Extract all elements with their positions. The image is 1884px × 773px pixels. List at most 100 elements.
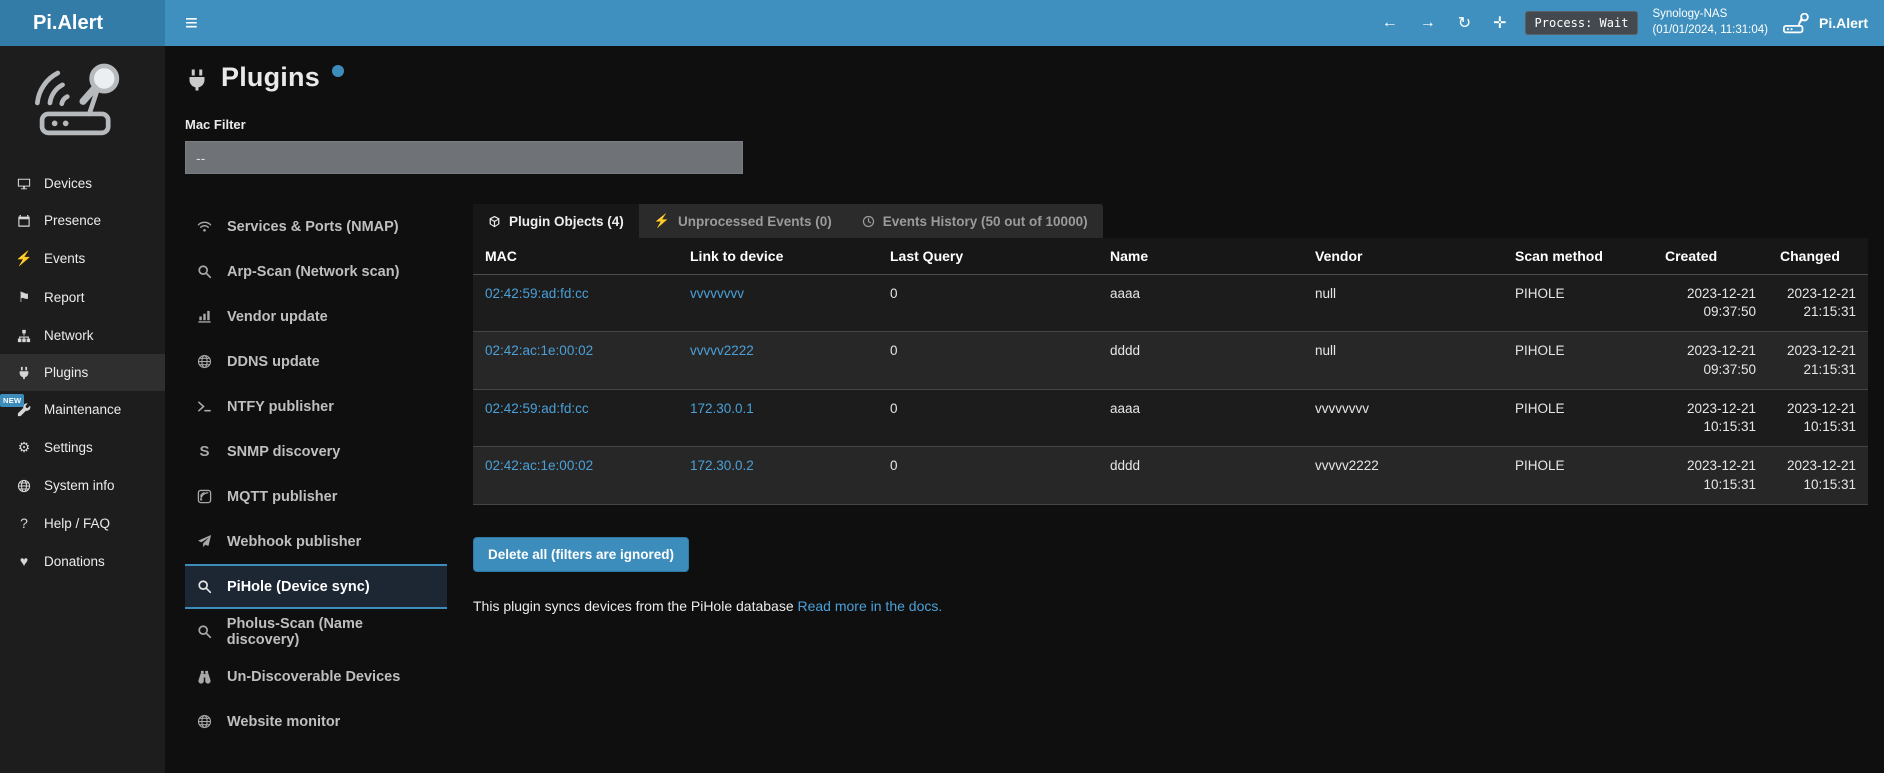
- sidebar-item-label: System info: [44, 478, 115, 493]
- mac-link[interactable]: 02:42:59:ad:fd:cc: [485, 286, 589, 301]
- cell-scan-method: PIHOLE: [1503, 447, 1653, 504]
- device-link[interactable]: 172.30.0.1: [690, 401, 754, 416]
- plugin-nav-label: PiHole (Device sync): [227, 579, 370, 595]
- plugin-nav-item-services-ports-nmap[interactable]: Services & Ports (NMAP): [185, 204, 447, 249]
- plugin-nav-label: NTFY publisher: [227, 399, 334, 415]
- search-icon: [195, 624, 214, 639]
- sidebar-item-label: Report: [44, 290, 85, 305]
- sidebar-item-presence[interactable]: Presence: [0, 202, 165, 239]
- plugin-objects-table: MAC Link to device Last Query Name Vendo…: [473, 238, 1868, 505]
- sidebar-item-maintenance[interactable]: NEW Maintenance: [0, 391, 165, 428]
- sidebar-item-help-faq[interactable]: ? Help / FAQ: [0, 504, 165, 542]
- cell-scan-method: PIHOLE: [1503, 389, 1653, 446]
- cell-vendor: vvvvvvvv: [1303, 389, 1503, 446]
- bolt-icon: ⚡: [15, 250, 33, 267]
- sidebar-item-events[interactable]: ⚡ Events: [0, 239, 165, 278]
- tab-events-history[interactable]: Events History (50 out of 10000): [847, 204, 1103, 238]
- cell-link-to-device: 172.30.0.2: [678, 447, 878, 504]
- plugin-nav-item-pihole-device-sync[interactable]: PiHole (Device sync): [185, 564, 447, 609]
- sidebar-toggle-button[interactable]: ≡: [165, 0, 218, 46]
- new-badge: NEW: [0, 394, 24, 407]
- cell-mac: 02:42:ac:1e:00:02: [473, 447, 678, 504]
- nav-back-button[interactable]: ←: [1378, 12, 1402, 34]
- sidebar-item-system-info[interactable]: System info: [0, 467, 165, 504]
- sidebar-item-settings[interactable]: ⚙ Settings: [0, 428, 165, 467]
- sidebar-item-label: Help / FAQ: [44, 516, 110, 531]
- nav-forward-button[interactable]: →: [1416, 12, 1440, 34]
- sidebar-item-label: Network: [44, 328, 94, 343]
- cell-mac: 02:42:59:ad:fd:cc: [473, 275, 678, 332]
- plugins-help-badge[interactable]: [332, 65, 344, 77]
- flag-icon: ⚑: [15, 289, 33, 306]
- sidebar-item-plugins[interactable]: Plugins: [0, 354, 165, 391]
- plugin-nav-item-vendor-update[interactable]: Vendor update: [185, 294, 447, 339]
- plugin-nav-item-undiscoverable-devices[interactable]: Un-Discoverable Devices: [185, 654, 447, 699]
- cell-link-to-device: vvvvv2222: [678, 332, 878, 389]
- search-icon: [195, 579, 214, 594]
- app-window: Pi.Alert ≡ ← → ↻ ✛ Process: Wait Synolog…: [0, 0, 1884, 773]
- refresh-button[interactable]: ↻: [1454, 11, 1475, 35]
- brand-logo[interactable]: Pi.Alert: [0, 0, 165, 46]
- cell-last-query: 0: [878, 275, 1098, 332]
- plugin-nav-item-mqtt-publisher[interactable]: MQTT publisher: [185, 474, 447, 519]
- page-title: Plugins: [221, 62, 320, 93]
- topbar-right-cluster: ← → ↻ ✛ Process: Wait Synology-NAS (01/0…: [1378, 0, 1884, 46]
- tab-unprocessed-events[interactable]: ⚡ Unprocessed Events (0): [639, 204, 847, 238]
- plugin-nav-item-arp-scan[interactable]: Arp-Scan (Network scan): [185, 249, 447, 294]
- router-scan-icon: [1782, 13, 1810, 34]
- sidebar-item-report[interactable]: ⚑ Report: [0, 278, 165, 317]
- sidebar-item-network[interactable]: Network: [0, 317, 165, 354]
- sidebar-item-label: Plugins: [44, 365, 88, 380]
- plugin-nav-item-pholus-scan[interactable]: Pholus-Scan (Name discovery): [185, 609, 447, 654]
- main-content: Plugins Mac Filter Services & Ports (NMA…: [165, 46, 1884, 773]
- mac-filter-label: Mac Filter: [185, 117, 1868, 132]
- sidebar-item-devices[interactable]: Devices: [0, 165, 165, 202]
- plugin-nav: Services & Ports (NMAP) Arp-Scan (Networ…: [185, 204, 447, 744]
- cell-name: dddd: [1098, 447, 1303, 504]
- plugin-nav-label: Website monitor: [227, 714, 340, 730]
- device-link[interactable]: vvvvv2222: [690, 343, 754, 358]
- plugin-nav-label: Pholus-Scan (Name discovery): [227, 616, 437, 648]
- cell-last-query: 0: [878, 332, 1098, 389]
- plugin-nav-label: SNMP discovery: [227, 444, 340, 460]
- device-link[interactable]: 172.30.0.2: [690, 458, 754, 473]
- table-row: 02:42:59:ad:fd:cc vvvvvvvv 0 aaaa null P…: [473, 275, 1868, 332]
- plugin-nav-item-ntfy-publisher[interactable]: NTFY publisher: [185, 384, 447, 429]
- sidebar-item-donations[interactable]: ♥ Donations: [0, 542, 165, 580]
- globe-icon: [195, 354, 214, 369]
- mac-filter-input[interactable]: [185, 141, 743, 174]
- plugin-nav-item-ddns-update[interactable]: DDNS update: [185, 339, 447, 384]
- network-icon: [15, 329, 33, 343]
- table-header-row: MAC Link to device Last Query Name Vendo…: [473, 238, 1868, 275]
- plugin-nav-label: Vendor update: [227, 309, 328, 325]
- plugin-nav-item-snmp-discovery[interactable]: S SNMP discovery: [185, 429, 447, 474]
- mac-link[interactable]: 02:42:59:ad:fd:cc: [485, 401, 589, 416]
- table-row: 02:42:ac:1e:00:02 172.30.0.2 0 dddd vvvv…: [473, 447, 1868, 504]
- mac-link[interactable]: 02:42:ac:1e:00:02: [485, 343, 593, 358]
- arrow-right-icon: →: [1420, 14, 1436, 32]
- mac-link[interactable]: 02:42:ac:1e:00:02: [485, 458, 593, 473]
- monitor-icon: [15, 177, 33, 191]
- column-header-last-query: Last Query: [878, 238, 1098, 275]
- plugin-nav-label: DDNS update: [227, 354, 320, 370]
- table-row: 02:42:ac:1e:00:02 vvvvv2222 0 dddd null …: [473, 332, 1868, 389]
- column-header-name: Name: [1098, 238, 1303, 275]
- delete-all-button[interactable]: Delete all (filters are ignored): [473, 537, 689, 572]
- sidebar-item-label: Devices: [44, 176, 92, 191]
- docs-link[interactable]: Read more in the docs.: [798, 598, 943, 614]
- terminal-icon: [195, 399, 214, 414]
- plugin-nav-label: Webhook publisher: [227, 534, 361, 550]
- device-link[interactable]: vvvvvvvv: [690, 286, 744, 301]
- process-status-badge: Process: Wait: [1525, 11, 1639, 35]
- plugin-nav-item-webhook-publisher[interactable]: Webhook publisher: [185, 519, 447, 564]
- globe-icon: [15, 479, 33, 493]
- plugin-nav-item-website-monitor[interactable]: Website monitor: [185, 699, 447, 744]
- cell-mac: 02:42:ac:1e:00:02: [473, 332, 678, 389]
- tab-label: Plugin Objects (4): [509, 214, 624, 229]
- question-icon: ?: [15, 515, 33, 531]
- topbar: Pi.Alert ≡ ← → ↻ ✛ Process: Wait Synolog…: [0, 0, 1884, 46]
- fullscreen-move-button[interactable]: ✛: [1489, 11, 1510, 35]
- host-name: Synology-NAS: [1652, 7, 1768, 23]
- host-info: Synology-NAS (01/01/2024, 11:31:04): [1652, 7, 1768, 38]
- tab-plugin-objects[interactable]: Plugin Objects (4): [473, 204, 639, 238]
